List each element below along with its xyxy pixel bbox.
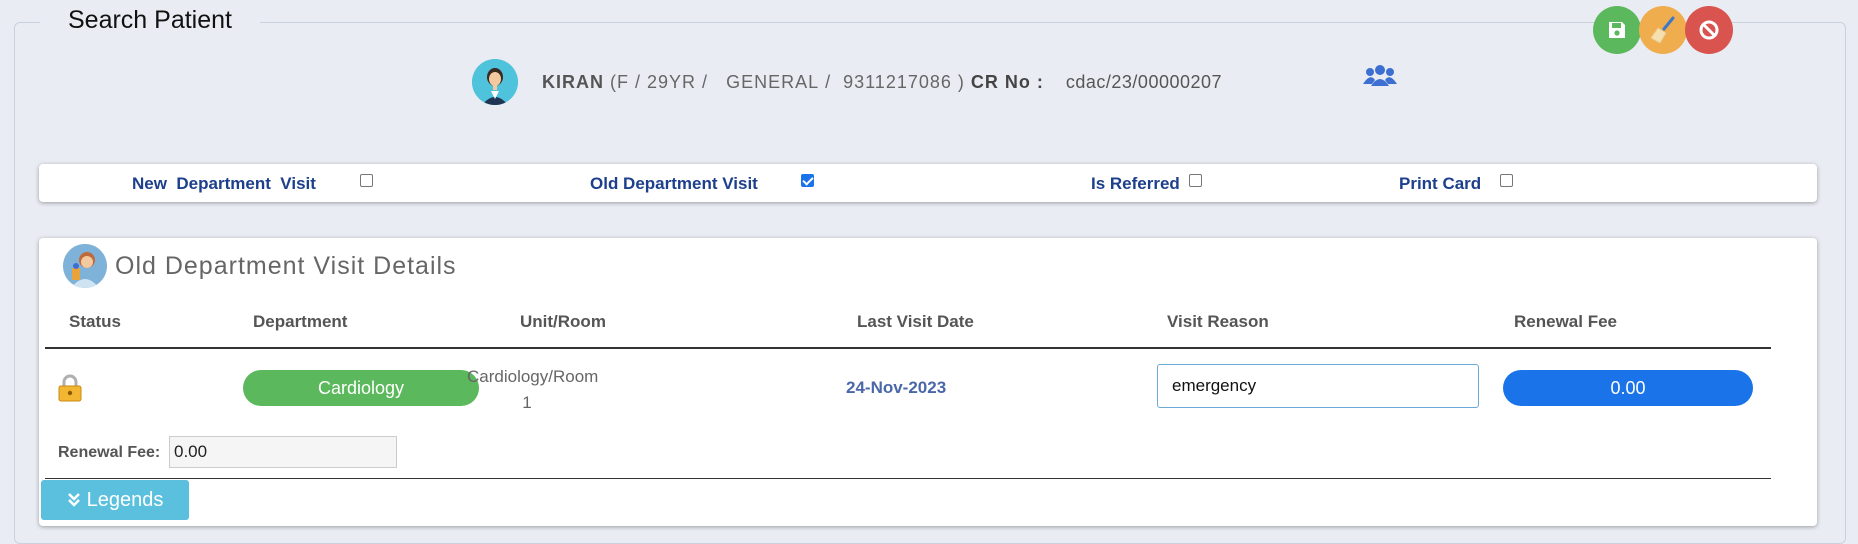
patient-summary: KIRAN ( F / 29YR / GENERAL / 9311217086 … bbox=[472, 58, 1222, 106]
legends-label: Legends bbox=[86, 488, 164, 511]
ban-icon bbox=[1699, 20, 1719, 40]
column-header-status: Status bbox=[69, 312, 121, 331]
last-visit-date: 24-Nov-2023 bbox=[846, 378, 947, 397]
cr-no-label: CR No : bbox=[970, 71, 1044, 92]
legends-button[interactable]: Legends bbox=[41, 480, 189, 520]
patient-open-paren: ( bbox=[604, 71, 617, 92]
patient-category: GENERAL bbox=[726, 71, 820, 92]
save-button[interactable] bbox=[1593, 6, 1641, 54]
table-header-divider bbox=[45, 347, 1771, 349]
new-department-visit-label: New Department Visit bbox=[132, 174, 316, 193]
cr-no-value: cdac/23/00000207 bbox=[1065, 71, 1223, 92]
doctor-avatar bbox=[63, 244, 107, 288]
details-header: Old Department Visit Details bbox=[63, 244, 457, 288]
patient-name: KIRAN bbox=[542, 71, 604, 92]
separator: / bbox=[629, 71, 648, 92]
double-chevron-down-icon bbox=[67, 493, 80, 507]
old-department-visit-details: Old Department Visit Details Status Depa… bbox=[39, 238, 1817, 526]
patient-avatar bbox=[472, 59, 518, 105]
female-avatar-icon bbox=[472, 59, 518, 105]
print-card-label: Print Card bbox=[1399, 174, 1482, 193]
separator: / bbox=[696, 71, 727, 92]
is-referred-label: Is Referred bbox=[1091, 174, 1180, 193]
column-header-department: Department bbox=[253, 312, 348, 331]
renewal-fee-badge: 0.00 bbox=[1503, 370, 1753, 406]
is-referred-checkbox[interactable] bbox=[1189, 174, 1202, 187]
old-department-visit-label: Old Department Visit bbox=[590, 174, 758, 193]
patient-age: 29YR bbox=[647, 71, 697, 92]
unit-room-cell: Cardiology/Room 1 bbox=[467, 364, 599, 416]
visit-reason-input[interactable] bbox=[1157, 364, 1479, 408]
users-icon bbox=[1363, 65, 1397, 86]
status-cell bbox=[57, 374, 83, 407]
lock-icon bbox=[58, 374, 82, 402]
table-footer-divider bbox=[45, 478, 1771, 479]
separator: / bbox=[819, 71, 844, 92]
new-department-visit-checkbox[interactable] bbox=[360, 174, 373, 187]
column-header-unit-room: Unit/Room bbox=[520, 312, 606, 331]
action-buttons bbox=[1593, 6, 1733, 54]
cancel-button[interactable] bbox=[1685, 6, 1733, 54]
doctor-icon bbox=[63, 244, 107, 288]
column-header-last-visit-date: Last Visit Date bbox=[857, 312, 974, 331]
renewal-fee-input[interactable] bbox=[169, 436, 397, 468]
details-title: Old Department Visit Details bbox=[115, 251, 457, 280]
patient-gender: F bbox=[617, 71, 629, 92]
family-members-button[interactable] bbox=[1363, 64, 1397, 93]
clear-button[interactable] bbox=[1639, 6, 1687, 54]
page-title: Search Patient bbox=[40, 6, 260, 35]
print-card-checkbox[interactable] bbox=[1500, 174, 1513, 187]
column-header-renewal-fee: Renewal Fee bbox=[1514, 312, 1617, 331]
visit-type-panel: New Department Visit Old Department Visi… bbox=[39, 164, 1817, 202]
old-department-visit-checkbox[interactable] bbox=[801, 174, 814, 187]
floppy-disk-icon bbox=[1609, 22, 1625, 38]
unit-room-line2: 1 bbox=[522, 393, 532, 412]
patient-phone: 9311217086 bbox=[843, 71, 952, 92]
renewal-fee-label: Renewal Fee: bbox=[58, 444, 161, 461]
unit-room-line1: Cardiology/Room bbox=[467, 367, 599, 386]
broom-icon bbox=[1650, 16, 1675, 44]
department-badge: Cardiology bbox=[243, 370, 479, 406]
patient-close-paren: ) bbox=[951, 71, 965, 92]
column-header-visit-reason: Visit Reason bbox=[1167, 312, 1269, 331]
